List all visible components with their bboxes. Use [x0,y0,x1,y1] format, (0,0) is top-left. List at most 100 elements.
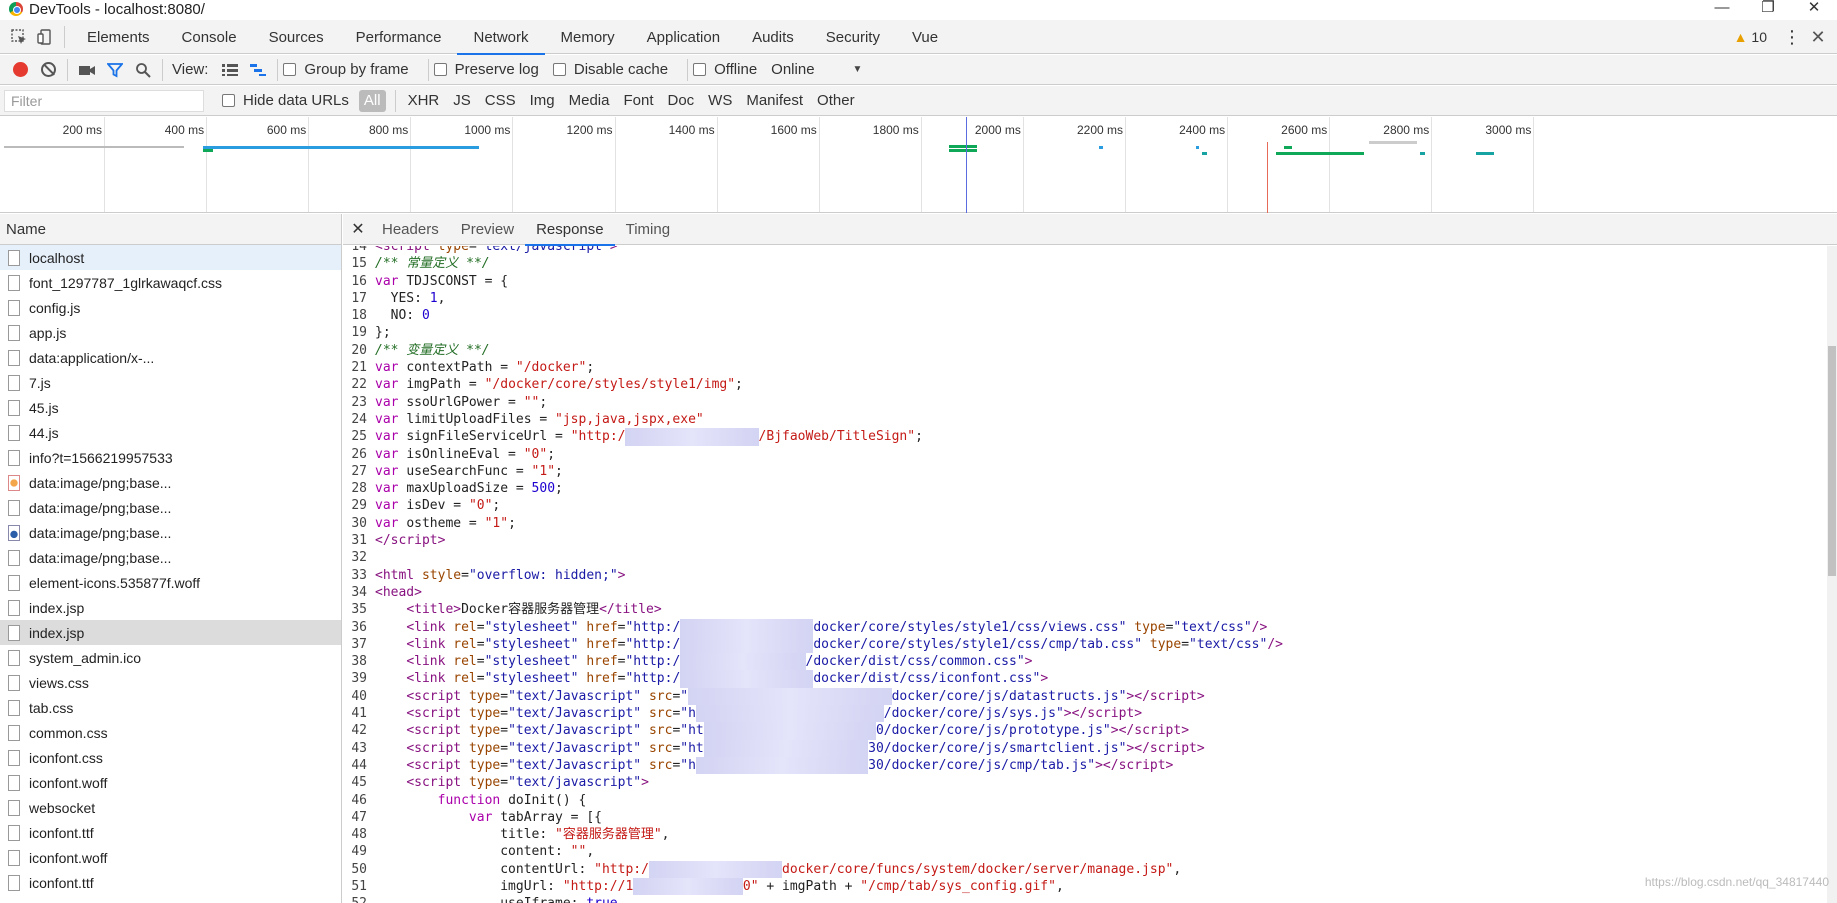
response-scrollbar[interactable] [1827,246,1837,903]
detail-tab-response[interactable]: Response [525,214,615,246]
request-name: index.jsp [29,624,85,641]
close-window-icon[interactable]: ✕ [1791,0,1837,18]
checkbox-box[interactable] [222,94,235,107]
request-row[interactable]: font_1297787_1glrkawaqcf.css [0,270,341,295]
request-row[interactable]: iconfont.css [0,745,341,770]
restore-icon[interactable]: ❐ [1745,0,1791,18]
request-row[interactable]: localhost [0,245,341,270]
response-viewer[interactable]: 14 <script type="text/javascript"> 15 /** 常… [343,246,1827,903]
file-icon [8,349,20,366]
close-devtools-icon[interactable]: ✕ [1807,27,1829,48]
request-row[interactable]: iconfont.ttf [0,870,341,895]
tab-performance[interactable]: Performance [340,20,458,54]
request-row[interactable]: app.js [0,320,341,345]
request-name: 7.js [29,374,51,391]
checkbox-box[interactable] [693,63,707,76]
filter-toggle-button[interactable] [101,56,129,84]
filter-type-other[interactable]: Other [810,90,862,112]
filter-type-ws[interactable]: WS [701,90,739,112]
search-button[interactable] [129,56,157,84]
request-row[interactable]: iconfont.woff [0,770,341,795]
capture-screenshots-button[interactable] [73,56,101,84]
checkbox-box[interactable] [552,63,566,76]
device-toolbar-icon[interactable] [32,24,58,50]
detail-tab-preview[interactable]: Preview [450,214,525,245]
detail-tab-timing[interactable]: Timing [615,214,681,245]
line-number: 22 [351,377,367,393]
request-row[interactable]: 45.js [0,395,341,420]
tab-network[interactable]: Network [457,20,545,55]
tab-audits[interactable]: Audits [736,20,810,54]
throttling-select[interactable]: Online ▼ [771,61,862,78]
network-overview-timeline[interactable]: 200 ms 400 ms 600 ms 800 ms 1000 ms 1200 ms 14… [0,117,1837,213]
filter-type-img[interactable]: Img [523,90,562,112]
tab-memory[interactable]: Memory [545,20,631,54]
filter-type-css[interactable]: CSS [478,90,523,112]
request-row[interactable]: 7.js [0,370,341,395]
request-row[interactable]: views.css [0,670,341,695]
detail-tab-headers[interactable]: Headers [371,214,450,245]
record-button[interactable] [6,56,34,84]
separator [64,25,65,48]
line-number: 44 [351,757,367,773]
clear-button[interactable] [34,56,62,84]
file-icon [8,299,20,316]
request-row[interactable]: 44.js [0,420,341,445]
request-row[interactable]: websocket [0,795,341,820]
request-row[interactable]: data:application/x-... [0,345,341,370]
line-number: 49 [351,844,367,860]
waterfall-toggle[interactable] [244,56,272,84]
request-row[interactable]: data:image/png;base... [0,470,341,495]
tab-application[interactable]: Application [631,20,736,54]
tab-elements[interactable]: Elements [71,20,166,54]
request-row[interactable]: index.jsp [0,620,341,645]
request-name: iconfont.woff [29,849,108,866]
filter-type-all[interactable]: All [358,89,386,112]
request-row[interactable]: tab.css [0,695,341,720]
request-row[interactable]: data:image/png;base... [0,545,341,570]
request-row[interactable]: system_admin.ico [0,645,341,670]
offline-checkbox[interactable]: Offline [693,61,757,78]
request-row[interactable]: info?t=1566219957533 [0,445,341,470]
file-icon [8,449,20,466]
filter-type-font[interactable]: Font [616,90,660,112]
more-options-icon[interactable]: ⋮ [1781,27,1803,48]
preserve-log-checkbox[interactable]: Preserve log [433,61,539,78]
tab-security[interactable]: Security [810,20,896,54]
separator [427,58,429,81]
filter-type-js[interactable]: JS [446,90,478,112]
filter-type-doc[interactable]: Doc [660,90,701,112]
hide-data-urls-checkbox[interactable]: Hide data URLs [222,92,349,109]
clear-icon [40,62,56,77]
request-row[interactable]: iconfont.ttf [0,820,341,845]
request-row[interactable]: config.js [0,295,341,320]
filter-type-manifest[interactable]: Manifest [739,90,810,112]
disable-cache-checkbox[interactable]: Disable cache [552,61,668,78]
checkbox-box[interactable] [433,63,447,76]
code-line: 18 NO: 0 [343,307,1283,324]
request-row[interactable]: data:image/png;base... [0,520,341,545]
request-row[interactable]: data:image/png;base... [0,495,341,520]
checkbox-box[interactable] [283,63,297,76]
filter-type-media[interactable]: Media [562,90,617,112]
inspect-element-icon[interactable] [6,24,32,50]
filter-input[interactable] [4,89,204,112]
request-row[interactable]: common.css [0,720,341,745]
close-detail-icon[interactable]: ✕ [345,219,371,239]
tab-sources[interactable]: Sources [253,20,340,54]
minimize-icon[interactable]: — [1699,0,1745,18]
large-rows-toggle[interactable] [216,56,244,84]
warnings-counter[interactable]: ▲ 10 [1734,29,1767,45]
request-name: iconfont.css [29,749,103,766]
request-row[interactable]: index.jsp [0,595,341,620]
scrollbar-thumb[interactable] [1828,346,1836,576]
separator [277,58,279,81]
filter-type-xhr[interactable]: XHR [401,90,447,112]
tab-console[interactable]: Console [166,20,253,54]
list-view-icon [222,63,239,76]
request-row[interactable]: iconfont.woff [0,845,341,870]
name-column-header[interactable]: Name [0,214,341,245]
tab-vue[interactable]: Vue [896,20,954,54]
group-by-frame-checkbox[interactable]: Group by frame [283,61,409,78]
request-row[interactable]: element-icons.535877f.woff [0,570,341,595]
